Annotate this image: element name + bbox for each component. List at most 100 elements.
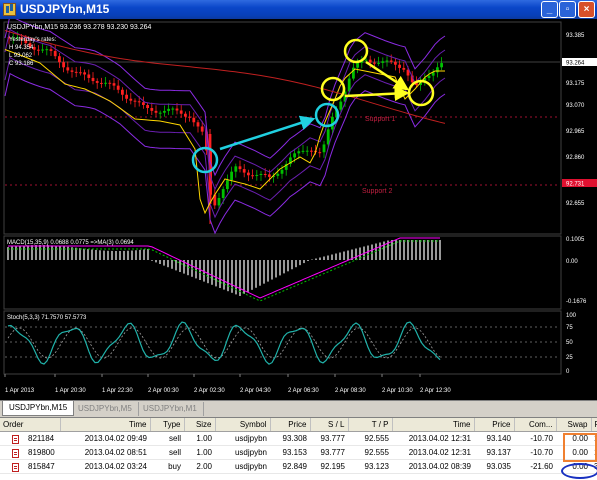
close-button[interactable]: × — [578, 1, 595, 18]
tab-usdjpy-m5[interactable]: USDJPYbn,M5 — [72, 402, 139, 416]
candle-body — [276, 173, 280, 176]
table-header: Order Time Type Size Symbol Price S / L … — [0, 418, 597, 432]
chart-info-line: USDJPYbn,M15 93.236 93.278 93.230 93.264 — [7, 24, 151, 31]
candle-body — [49, 49, 53, 51]
col-close-price[interactable]: Price — [474, 418, 515, 432]
macd-axis-label: -0.1676 — [566, 299, 587, 305]
col-size[interactable]: Size — [184, 418, 216, 432]
candle-body — [200, 126, 204, 132]
col-price[interactable]: Price — [270, 418, 311, 432]
tab-usdjpy-m15[interactable]: USDJPYbn,M15 — [2, 401, 75, 416]
cell-close-price: 93.140 — [474, 431, 514, 446]
table-row[interactable]: 815847 2013.04.02 03:24 buy 2.00 usdjpybn 92.… — [0, 459, 597, 474]
col-profit[interactable]: Profit — [591, 418, 597, 432]
time-axis-label: 2 Apr 06:30 — [288, 388, 319, 394]
price-axis-label: 92.655 — [566, 201, 585, 207]
cell-time: 2013.04.02 03:24 — [60, 459, 150, 474]
candle-body — [41, 49, 44, 51]
candle-body — [234, 166, 238, 172]
candle-body — [326, 129, 330, 145]
candle-body — [167, 108, 170, 111]
candle-body — [104, 82, 107, 84]
axes: 93.385 93.264 93.175 93.070 92.965 92.860 92.7… — [4, 33, 597, 394]
candle-body — [251, 175, 254, 177]
candle-body — [226, 180, 229, 190]
candle-body — [293, 153, 296, 158]
cell-symbol: usdjpybn — [215, 459, 270, 474]
candle-body — [322, 144, 326, 153]
candle-body — [175, 108, 179, 111]
stoch-axis-label: 25 — [566, 355, 573, 361]
order-report-icon — [12, 448, 19, 458]
candle-body — [402, 67, 406, 70]
chart-app-icon — [3, 3, 16, 16]
slow-moving-average — [4, 30, 446, 124]
macd-panel-frame — [3, 235, 562, 310]
price-axis-label: 92.860 — [566, 155, 585, 161]
stoch-label: Stoch(5,3,3) 71.7570 57.5773 — [7, 315, 87, 321]
candle-body — [280, 169, 284, 174]
candle-body — [142, 102, 145, 105]
candle-body — [230, 171, 233, 181]
candle-body — [184, 113, 187, 117]
price-chart[interactable]: USDJPYbn,M15 93.236 93.278 93.230 93.264… — [0, 19, 597, 400]
col-tp[interactable]: T / P — [348, 418, 393, 432]
candle-body — [310, 150, 313, 152]
candle-body — [268, 174, 271, 177]
price-axis-label: 93.175 — [566, 81, 585, 87]
candle-body — [377, 62, 380, 64]
maximize-button[interactable]: ▫ — [559, 1, 576, 18]
profit-highlight-oval — [561, 463, 597, 479]
stoch-axis-label: 75 — [566, 325, 573, 331]
candle-body — [385, 60, 389, 62]
title-bar[interactable]: USDJPYbn,M15 _ ▫ × — [0, 0, 597, 19]
candle-body — [91, 77, 95, 82]
macd-axis-label: 0.1005 — [566, 237, 585, 243]
yellow-arrow — [344, 86, 410, 102]
candle-body — [79, 72, 82, 74]
candle-body — [70, 70, 74, 72]
macd-label: MACD(15,35,9) 0.0688 0.0775 =>MA(3) 0.06… — [7, 240, 134, 246]
col-sl[interactable]: S / L — [310, 418, 349, 432]
cell-close-time: 2013.04.02 12:31 — [392, 445, 474, 460]
tab-usdjpy-m1[interactable]: USDJPYbn,M1 — [137, 402, 204, 416]
col-order[interactable]: Order — [0, 418, 61, 432]
candle-body — [373, 62, 376, 64]
trade-terminal: Order Time Type Size Symbol Price S / L … — [0, 417, 597, 480]
profit-highlight-box — [563, 433, 597, 462]
cell-size: 1.00 — [184, 431, 215, 446]
candle-body — [381, 61, 385, 63]
table-row[interactable]: 819800 2013.04.02 08:51 sell 1.00 usdjpybn 93… — [0, 445, 597, 460]
support2-label: Support 2 — [362, 188, 392, 195]
col-commission[interactable]: Com... — [514, 418, 557, 432]
candle-body — [171, 108, 175, 110]
candle-body — [112, 83, 116, 86]
cell-price: 93.153 — [270, 445, 310, 460]
cell-close-price: 93.137 — [474, 445, 514, 460]
ohlc-high: H 94.354 — [9, 45, 34, 51]
minimize-button[interactable]: _ — [541, 1, 558, 18]
col-time[interactable]: Time — [60, 418, 151, 432]
candle-body — [192, 117, 196, 123]
time-axis-label: 2 Apr 12:30 — [420, 388, 451, 394]
ohlc-title: Yesterday's rates: — [9, 37, 57, 43]
candle-body — [247, 172, 250, 176]
time-axis-label: 2 Apr 10:30 — [382, 388, 413, 394]
candle-body — [163, 110, 166, 113]
time-axis-label: 2 Apr 08:30 — [335, 388, 366, 394]
cell-commission: -21.60 — [514, 459, 556, 474]
chart-tabs: USDJPYbn,M15 USDJPYbn,M5 USDJPYbn,M1 — [0, 400, 597, 416]
col-swap[interactable]: Swap — [556, 418, 592, 432]
candle-body — [179, 110, 183, 114]
main-series — [4, 19, 560, 235]
col-close-time[interactable]: Time — [392, 418, 475, 432]
cell-type: buy — [150, 459, 184, 474]
table-row[interactable]: 821184 2013.04.02 09:49 sell 1.00 usdjpybn 93… — [0, 431, 597, 446]
orders-table: Order Time Type Size Symbol Price S / L … — [0, 418, 597, 474]
cell-size: 1.00 — [184, 445, 215, 460]
candle-body — [129, 98, 133, 101]
stoch-axis-label: 0 — [566, 369, 570, 375]
col-type[interactable]: Type — [150, 418, 185, 432]
candle-body — [133, 100, 137, 102]
col-symbol[interactable]: Symbol — [215, 418, 271, 432]
